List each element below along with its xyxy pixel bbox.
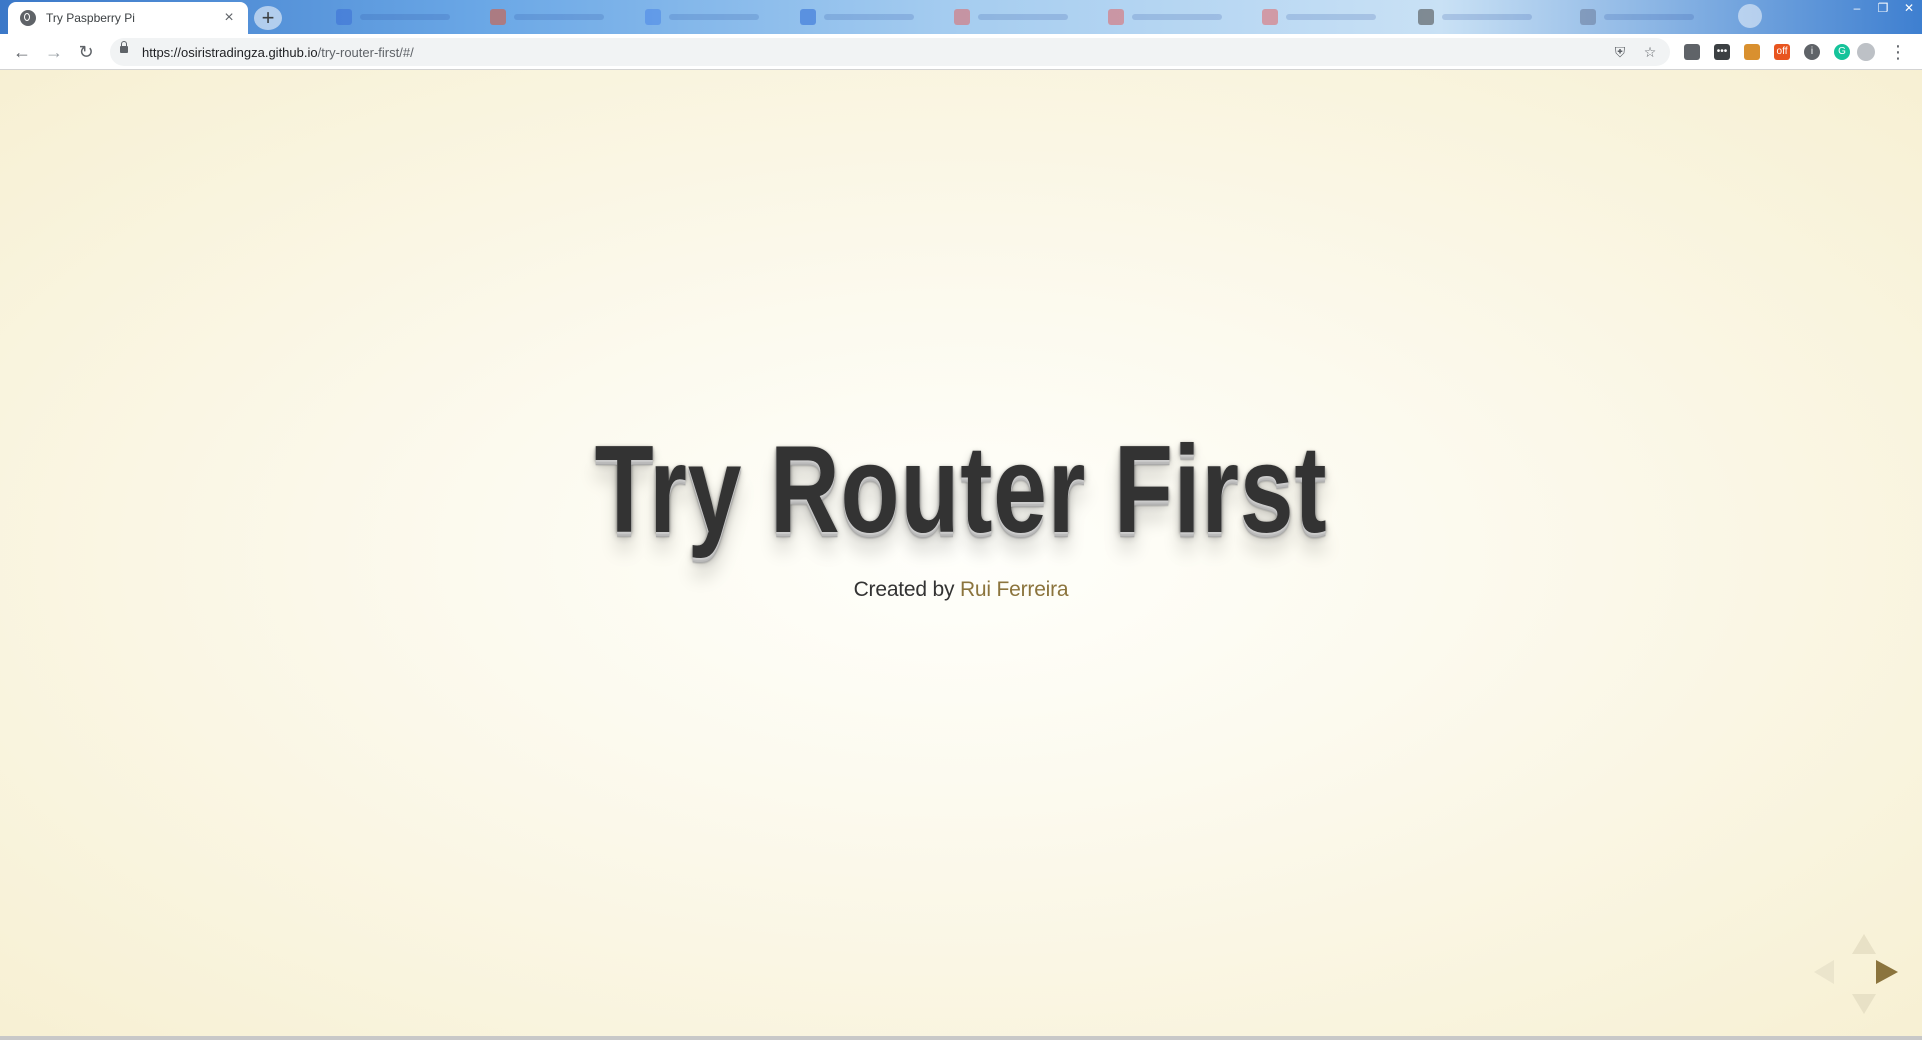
cookie-extension-icon[interactable] (1744, 44, 1760, 60)
forward-button[interactable]: → (42, 40, 66, 64)
tab-favicon-icon (1418, 9, 1434, 25)
tab-title-blurred (514, 14, 604, 20)
tab-active[interactable]: Try Paspberry Pi × (8, 2, 248, 34)
browser-toolbar: ← → ↻ https://osiristradingza.github.io/… (0, 34, 1922, 70)
shield-icon[interactable]: ⛨ (1612, 44, 1628, 60)
tab-title-blurred (1604, 14, 1694, 20)
background-tab[interactable] (490, 6, 640, 28)
info-extension-icon[interactable]: i (1804, 44, 1820, 60)
profile-avatar-icon[interactable] (1854, 40, 1878, 64)
navigate-up-icon[interactable] (1852, 934, 1876, 954)
navigate-left-icon[interactable] (1814, 960, 1834, 984)
navigate-down-icon[interactable] (1852, 994, 1876, 1014)
close-window-button[interactable]: ✕ (1896, 0, 1922, 18)
url-text[interactable]: https://osiristradingza.github.io/try-ro… (142, 45, 414, 60)
url-path: /try-router-first/#/ (317, 45, 414, 60)
tab-close-icon[interactable]: × (220, 9, 238, 27)
browser-window: Try Paspberry Pi × + – ❐ ✕ ← → ↻ https:/… (0, 0, 1922, 1040)
tab-title-blurred (978, 14, 1068, 20)
off-extension-icon[interactable]: off (1774, 44, 1790, 60)
background-tab[interactable] (1262, 6, 1412, 28)
globe-icon (20, 10, 36, 26)
reload-button[interactable]: ↻ (74, 40, 98, 64)
tab-favicon-icon (800, 9, 816, 25)
url-host: https://osiristradingza.github.io (142, 45, 318, 60)
tab-title-blurred (1132, 14, 1222, 20)
subtitle-prefix: Created by (853, 578, 955, 601)
tab-favicon-icon (336, 9, 352, 25)
tab-favicon-icon (1580, 9, 1596, 25)
menu-icon[interactable]: ⋮ (1886, 40, 1910, 64)
tab-title-blurred (824, 14, 914, 20)
background-tab[interactable] (1580, 6, 1730, 28)
background-tab[interactable] (1108, 6, 1258, 28)
background-tab[interactable] (954, 6, 1104, 28)
tab-favicon-icon (1262, 9, 1278, 25)
tab-title-blurred (1286, 14, 1376, 20)
background-tab[interactable] (645, 6, 795, 28)
tab-title: Try Paspberry Pi (46, 11, 135, 25)
minimize-button[interactable]: – (1844, 0, 1870, 18)
window-controls: – ❐ ✕ (1844, 0, 1922, 18)
tab-strip: Try Paspberry Pi × + – ❐ ✕ (0, 0, 1922, 34)
navigate-right-icon[interactable] (1876, 960, 1898, 984)
tab-favicon-icon (645, 9, 661, 25)
slide-subtitle: Created by Rui Ferreira (0, 578, 1922, 602)
page-bottom-border (0, 1036, 1922, 1040)
background-tab[interactable] (800, 6, 950, 28)
background-tab[interactable] (336, 6, 486, 28)
tab-favicon-icon (1108, 9, 1124, 25)
background-tab[interactable] (1418, 6, 1568, 28)
password-extension-icon[interactable]: ••• (1714, 44, 1730, 60)
new-tab-button[interactable]: + (254, 6, 282, 30)
slide-title: Try Router First (594, 421, 1328, 559)
author-link[interactable]: Rui Ferreira (960, 578, 1069, 601)
tab-title-blurred (360, 14, 450, 20)
back-button[interactable]: ← (10, 40, 34, 64)
shield-extension-icon[interactable] (1684, 44, 1700, 60)
tab-title-blurred (669, 14, 759, 20)
tab-title-blurred (1442, 14, 1532, 20)
address-bar[interactable]: https://osiristradingza.github.io/try-ro… (110, 38, 1670, 66)
grammarly-extension-icon[interactable]: G (1834, 44, 1850, 60)
tab-search-icon[interactable] (1738, 4, 1762, 28)
lock-icon[interactable] (120, 41, 128, 53)
slide-navigation-controls (1810, 930, 1900, 1020)
bookmark-star-icon[interactable]: ☆ (1642, 44, 1658, 60)
tab-favicon-icon (954, 9, 970, 25)
restore-button[interactable]: ❐ (1870, 0, 1896, 18)
tab-favicon-icon (490, 9, 506, 25)
